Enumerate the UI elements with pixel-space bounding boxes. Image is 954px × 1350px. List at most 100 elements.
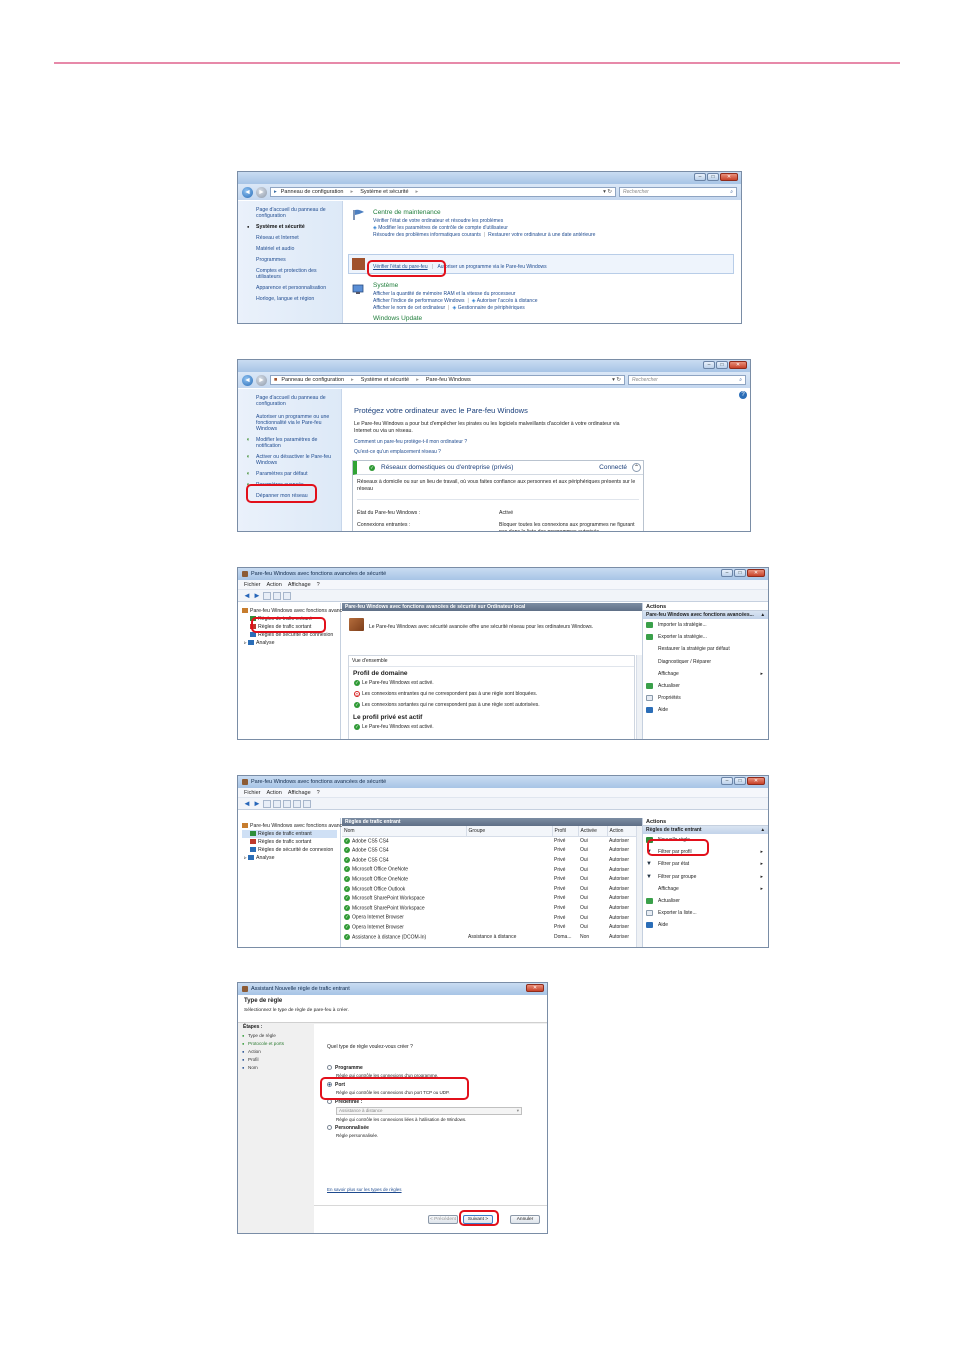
sidebar-item-allow-program[interactable]: Autoriser un programme ou une fonctionna… bbox=[256, 414, 337, 432]
menu-action[interactable]: Action bbox=[267, 790, 282, 796]
collapse-icon[interactable]: ⌃ bbox=[632, 463, 641, 472]
actions-subheader[interactable]: Règles de trafic entrant ▴ bbox=[643, 826, 768, 834]
table-row[interactable]: ✓ Adobe CS5 CS4 Privé Oui Autoriser bbox=[342, 846, 642, 856]
tree-item-root[interactable]: Pare-feu Windows avec fonctions avancées… bbox=[242, 607, 377, 615]
search-input[interactable]: Rechercher ⌕ bbox=[619, 187, 737, 197]
sidebar-item-home[interactable]: Page d'accueil du panneau de configurati… bbox=[256, 207, 338, 219]
action-restore[interactable]: Restaurer la stratégie par défaut bbox=[643, 643, 768, 655]
sidebar-item-clock[interactable]: Horloge, langue et région bbox=[256, 296, 338, 302]
actions-subheader[interactable]: Pare-feu Windows avec fonctions avancées… bbox=[643, 611, 768, 619]
breadcrumb-item[interactable]: Système et sécurité bbox=[361, 377, 409, 383]
help-link[interactable]: En savoir plus sur les types de règles bbox=[327, 1186, 402, 1193]
sidebar-item-accounts[interactable]: Comptes et protection des utilisateurs bbox=[256, 268, 338, 280]
tree-item-root[interactable]: Pare-feu Windows avec fonctions avancées… bbox=[242, 822, 377, 830]
minimize-button[interactable]: – bbox=[721, 777, 733, 785]
col-name[interactable]: Nom bbox=[342, 826, 467, 837]
maximize-button[interactable]: □ bbox=[716, 361, 728, 369]
tree-item-outbound[interactable]: Règles de trafic sortant bbox=[242, 623, 337, 631]
action-filter-state[interactable]: ▼ Filtrer par état ▸ bbox=[643, 858, 768, 870]
radio-button[interactable] bbox=[327, 1125, 332, 1131]
sidebar-item-programs[interactable]: Programmes bbox=[256, 257, 338, 263]
breadcrumb-item[interactable]: Panneau de configuration bbox=[281, 377, 344, 383]
link-remote[interactable]: Autoriser l'accès à distance bbox=[477, 298, 538, 304]
table-row[interactable]: ✓ Opera Internet Browser Privé Oui Autoriser bbox=[342, 922, 642, 932]
link-restore[interactable]: Restaurer votre ordinateur à une date an… bbox=[488, 232, 595, 238]
link-text[interactable]: Modifier les paramètres de contrôle de c… bbox=[378, 225, 508, 231]
up-icon[interactable] bbox=[263, 799, 271, 808]
link-computer-name[interactable]: Afficher le nom de cet ordinateur bbox=[373, 305, 445, 311]
maximize-button[interactable]: □ bbox=[734, 569, 746, 577]
scrollbar[interactable] bbox=[636, 826, 642, 947]
link-ram[interactable]: Afficher la quantité de mémoire RAM et l… bbox=[373, 291, 537, 298]
close-button[interactable]: ✕ bbox=[729, 361, 747, 369]
tree-item-inbound[interactable]: Règles de trafic entrant bbox=[242, 830, 337, 838]
breadcrumb-item[interactable]: Pare-feu Windows bbox=[426, 377, 471, 383]
link-troubleshoot[interactable]: Résoudre des problèmes informatiques cou… bbox=[373, 232, 481, 238]
link-performance[interactable]: Afficher l'indice de performance Windows bbox=[373, 298, 464, 304]
sidebar-item-notifications[interactable]: Modifier les paramètres de notification bbox=[246, 437, 337, 449]
link-check-status[interactable]: Vérifier l'état de votre ordinateur et r… bbox=[373, 218, 735, 225]
action-help[interactable]: Aide bbox=[643, 919, 768, 931]
close-button[interactable]: ✕ bbox=[747, 777, 765, 785]
export-icon[interactable] bbox=[283, 799, 291, 808]
section-title-update[interactable]: Windows Update bbox=[373, 315, 537, 322]
col-enabled[interactable]: Activée bbox=[578, 826, 608, 837]
table-row[interactable]: ✓ Microsoft SharePoint Workspace Privé Oui A… bbox=[342, 894, 642, 904]
tree-item-inbound[interactable]: Règles de trafic entrant bbox=[242, 615, 337, 623]
link-how-protect[interactable]: Comment un pare-feu protège-t-il mon ord… bbox=[354, 439, 744, 446]
link-check-firewall[interactable]: Vérifier l'état du pare-feu bbox=[373, 264, 428, 270]
back-icon[interactable]: ◄ bbox=[242, 186, 253, 198]
chevron-down-icon[interactable]: ▾ ↻ bbox=[612, 377, 621, 383]
action-view[interactable]: Affichage ▸ bbox=[643, 668, 768, 680]
scrollbar[interactable] bbox=[636, 655, 642, 739]
link-uac-settings[interactable]: ◈ Modifier les paramètres de contrôle de… bbox=[373, 225, 735, 232]
cancel-button[interactable]: Annuler bbox=[510, 1215, 540, 1224]
address-bar[interactable]: ▸ Panneau de configuration ▸ Système et … bbox=[270, 187, 616, 197]
forward-icon[interactable]: ► bbox=[253, 591, 261, 600]
action-new-rule[interactable]: Nouvelle règle... bbox=[643, 834, 768, 846]
option-program[interactable]: Programme Règle qui contrôle les connexi… bbox=[327, 1065, 438, 1078]
table-row[interactable]: ✓ Adobe CS5 CS4 Privé Oui Autoriser bbox=[342, 855, 642, 865]
forward-icon[interactable]: ► bbox=[253, 799, 261, 808]
breadcrumb-item[interactable]: Système et sécurité bbox=[360, 189, 408, 195]
back-icon[interactable]: ◄ bbox=[243, 799, 251, 808]
tree-item-connection[interactable]: Règles de sécurité de connexion bbox=[242, 846, 337, 854]
action-refresh[interactable]: Actualiser bbox=[643, 895, 768, 907]
search-icon[interactable]: ⌕ bbox=[739, 377, 742, 383]
sidebar-item-defaults[interactable]: Paramètres par défaut bbox=[246, 471, 337, 477]
search-input[interactable]: Rechercher ⌕ bbox=[628, 375, 746, 385]
forward-icon[interactable]: ► bbox=[256, 374, 267, 386]
tree-item-analysis[interactable]: ▹ Analyse bbox=[242, 639, 337, 647]
help-icon[interactable] bbox=[293, 799, 301, 808]
back-icon[interactable]: ◄ bbox=[243, 591, 251, 600]
radio-button[interactable] bbox=[327, 1065, 332, 1071]
table-row[interactable]: ✓ Microsoft Office OneNote Privé Oui Autoris… bbox=[342, 865, 642, 875]
pane-icon[interactable] bbox=[283, 591, 291, 600]
action-refresh[interactable]: Actualiser bbox=[643, 680, 768, 692]
radio-button[interactable] bbox=[327, 1099, 332, 1105]
breadcrumb-item[interactable]: Panneau de configuration bbox=[281, 189, 344, 195]
action-view[interactable]: Affichage ▸ bbox=[643, 883, 768, 895]
sidebar-item-home[interactable]: Page d'accueil du panneau de configurati… bbox=[256, 395, 337, 407]
action-diagnose[interactable]: Diagnostiquer / Réparer bbox=[643, 656, 768, 668]
menu-file[interactable]: Fichier bbox=[244, 790, 261, 796]
close-button[interactable]: ✕ bbox=[526, 984, 544, 992]
link-network-location[interactable]: Qu'est-ce qu'un emplacement réseau ? bbox=[354, 449, 744, 456]
sidebar-item-advanced[interactable]: Paramètres avancés bbox=[246, 482, 337, 488]
link-allow-program[interactable]: Autoriser un programme via le Pare-feu W… bbox=[437, 264, 546, 270]
section-title-maintenance[interactable]: Centre de maintenance bbox=[373, 209, 735, 216]
sidebar-item-appearance[interactable]: Apparence et personnalisation bbox=[256, 285, 338, 291]
menu-action[interactable]: Action bbox=[267, 582, 282, 588]
maximize-button[interactable]: □ bbox=[707, 173, 719, 181]
forward-icon[interactable]: ► bbox=[256, 186, 267, 198]
option-custom[interactable]: Personnalisée Règle personnalisée. bbox=[327, 1125, 378, 1138]
sidebar-item-hardware[interactable]: Matériel et audio bbox=[256, 246, 338, 252]
maximize-button[interactable]: □ bbox=[734, 777, 746, 785]
minimize-button[interactable]: – bbox=[721, 569, 733, 577]
radio-button[interactable] bbox=[327, 1082, 332, 1088]
section-title-system[interactable]: Système bbox=[373, 282, 537, 289]
table-row[interactable]: ✓ Opera Internet Browser Privé Oui Autoriser bbox=[342, 913, 642, 923]
tree-item-connection[interactable]: Règles de sécurité de connexion bbox=[242, 631, 337, 639]
previous-button[interactable]: < Précédent bbox=[428, 1215, 458, 1224]
pane-icon[interactable] bbox=[303, 799, 311, 808]
